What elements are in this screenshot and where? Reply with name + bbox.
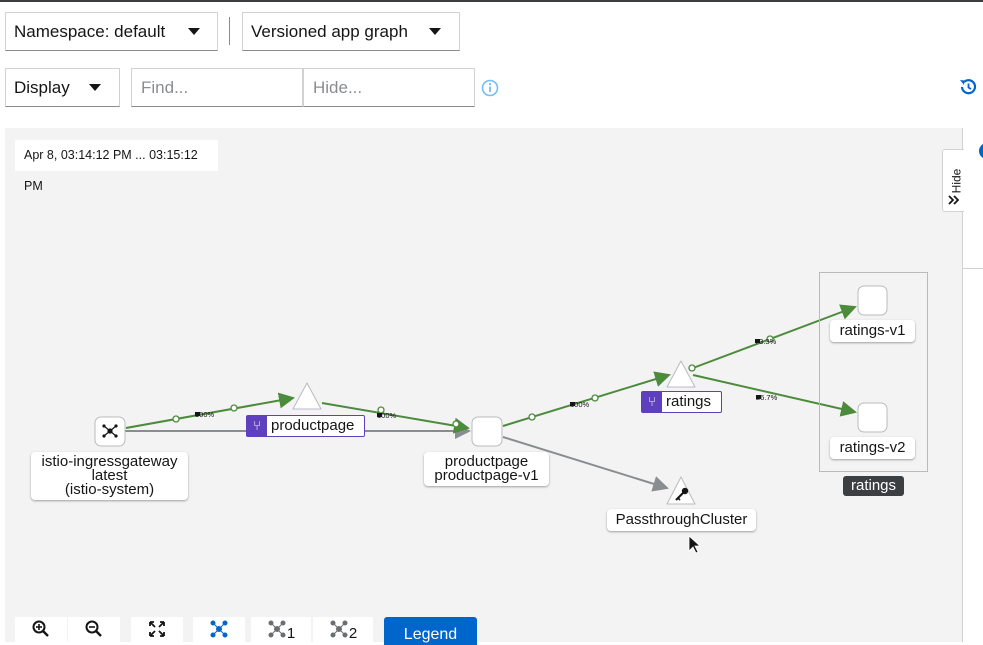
lock-icon — [756, 395, 761, 399]
layout-2-label: 2 — [348, 625, 358, 642]
gateway-label-line3: (istio-system) — [64, 481, 155, 498]
productpage-v1-label: productpage productpage-v1 — [424, 452, 549, 486]
topology-icon — [210, 620, 228, 638]
productpage-service-badge[interactable]: ⑂ productpage — [246, 415, 365, 437]
branch-icon: ⑂ — [247, 416, 267, 436]
productpage-service-label: productpage — [271, 417, 355, 434]
ratings-service-badge[interactable]: ⑂ ratings — [641, 391, 722, 413]
passthrough-label: PassthroughCluster — [607, 509, 756, 531]
lock-icon — [570, 402, 575, 406]
gateway-label: istio-ingressgateway latest (istio-syste… — [31, 452, 188, 500]
zoom-in-icon — [32, 620, 49, 637]
topology-icon — [330, 620, 348, 638]
lock-icon — [755, 339, 760, 343]
layout-2-button[interactable]: 2 — [313, 617, 373, 645]
layout-1-label: 1 — [286, 625, 296, 642]
legend-button[interactable]: Legend — [384, 617, 477, 645]
fit-to-screen-button[interactable] — [131, 617, 183, 645]
lock-icon — [377, 413, 382, 417]
ratings-service-label: ratings — [666, 393, 712, 410]
zoom-out-button[interactable] — [68, 617, 120, 645]
ratings-v2-label: ratings-v2 — [830, 437, 915, 459]
productpage-label-line2: productpage-v1 — [434, 467, 539, 484]
branch-icon: ⑂ — [642, 392, 662, 412]
layout-1-button[interactable]: 1 — [251, 617, 311, 645]
layout-default-button[interactable] — [193, 617, 245, 645]
lock-icon — [195, 412, 200, 416]
zoom-in-button[interactable] — [15, 617, 67, 645]
expand-icon — [149, 621, 165, 637]
ratings-v1-label: ratings-v1 — [830, 320, 915, 342]
topology-icon — [268, 620, 286, 638]
zoom-out-icon — [85, 620, 102, 637]
